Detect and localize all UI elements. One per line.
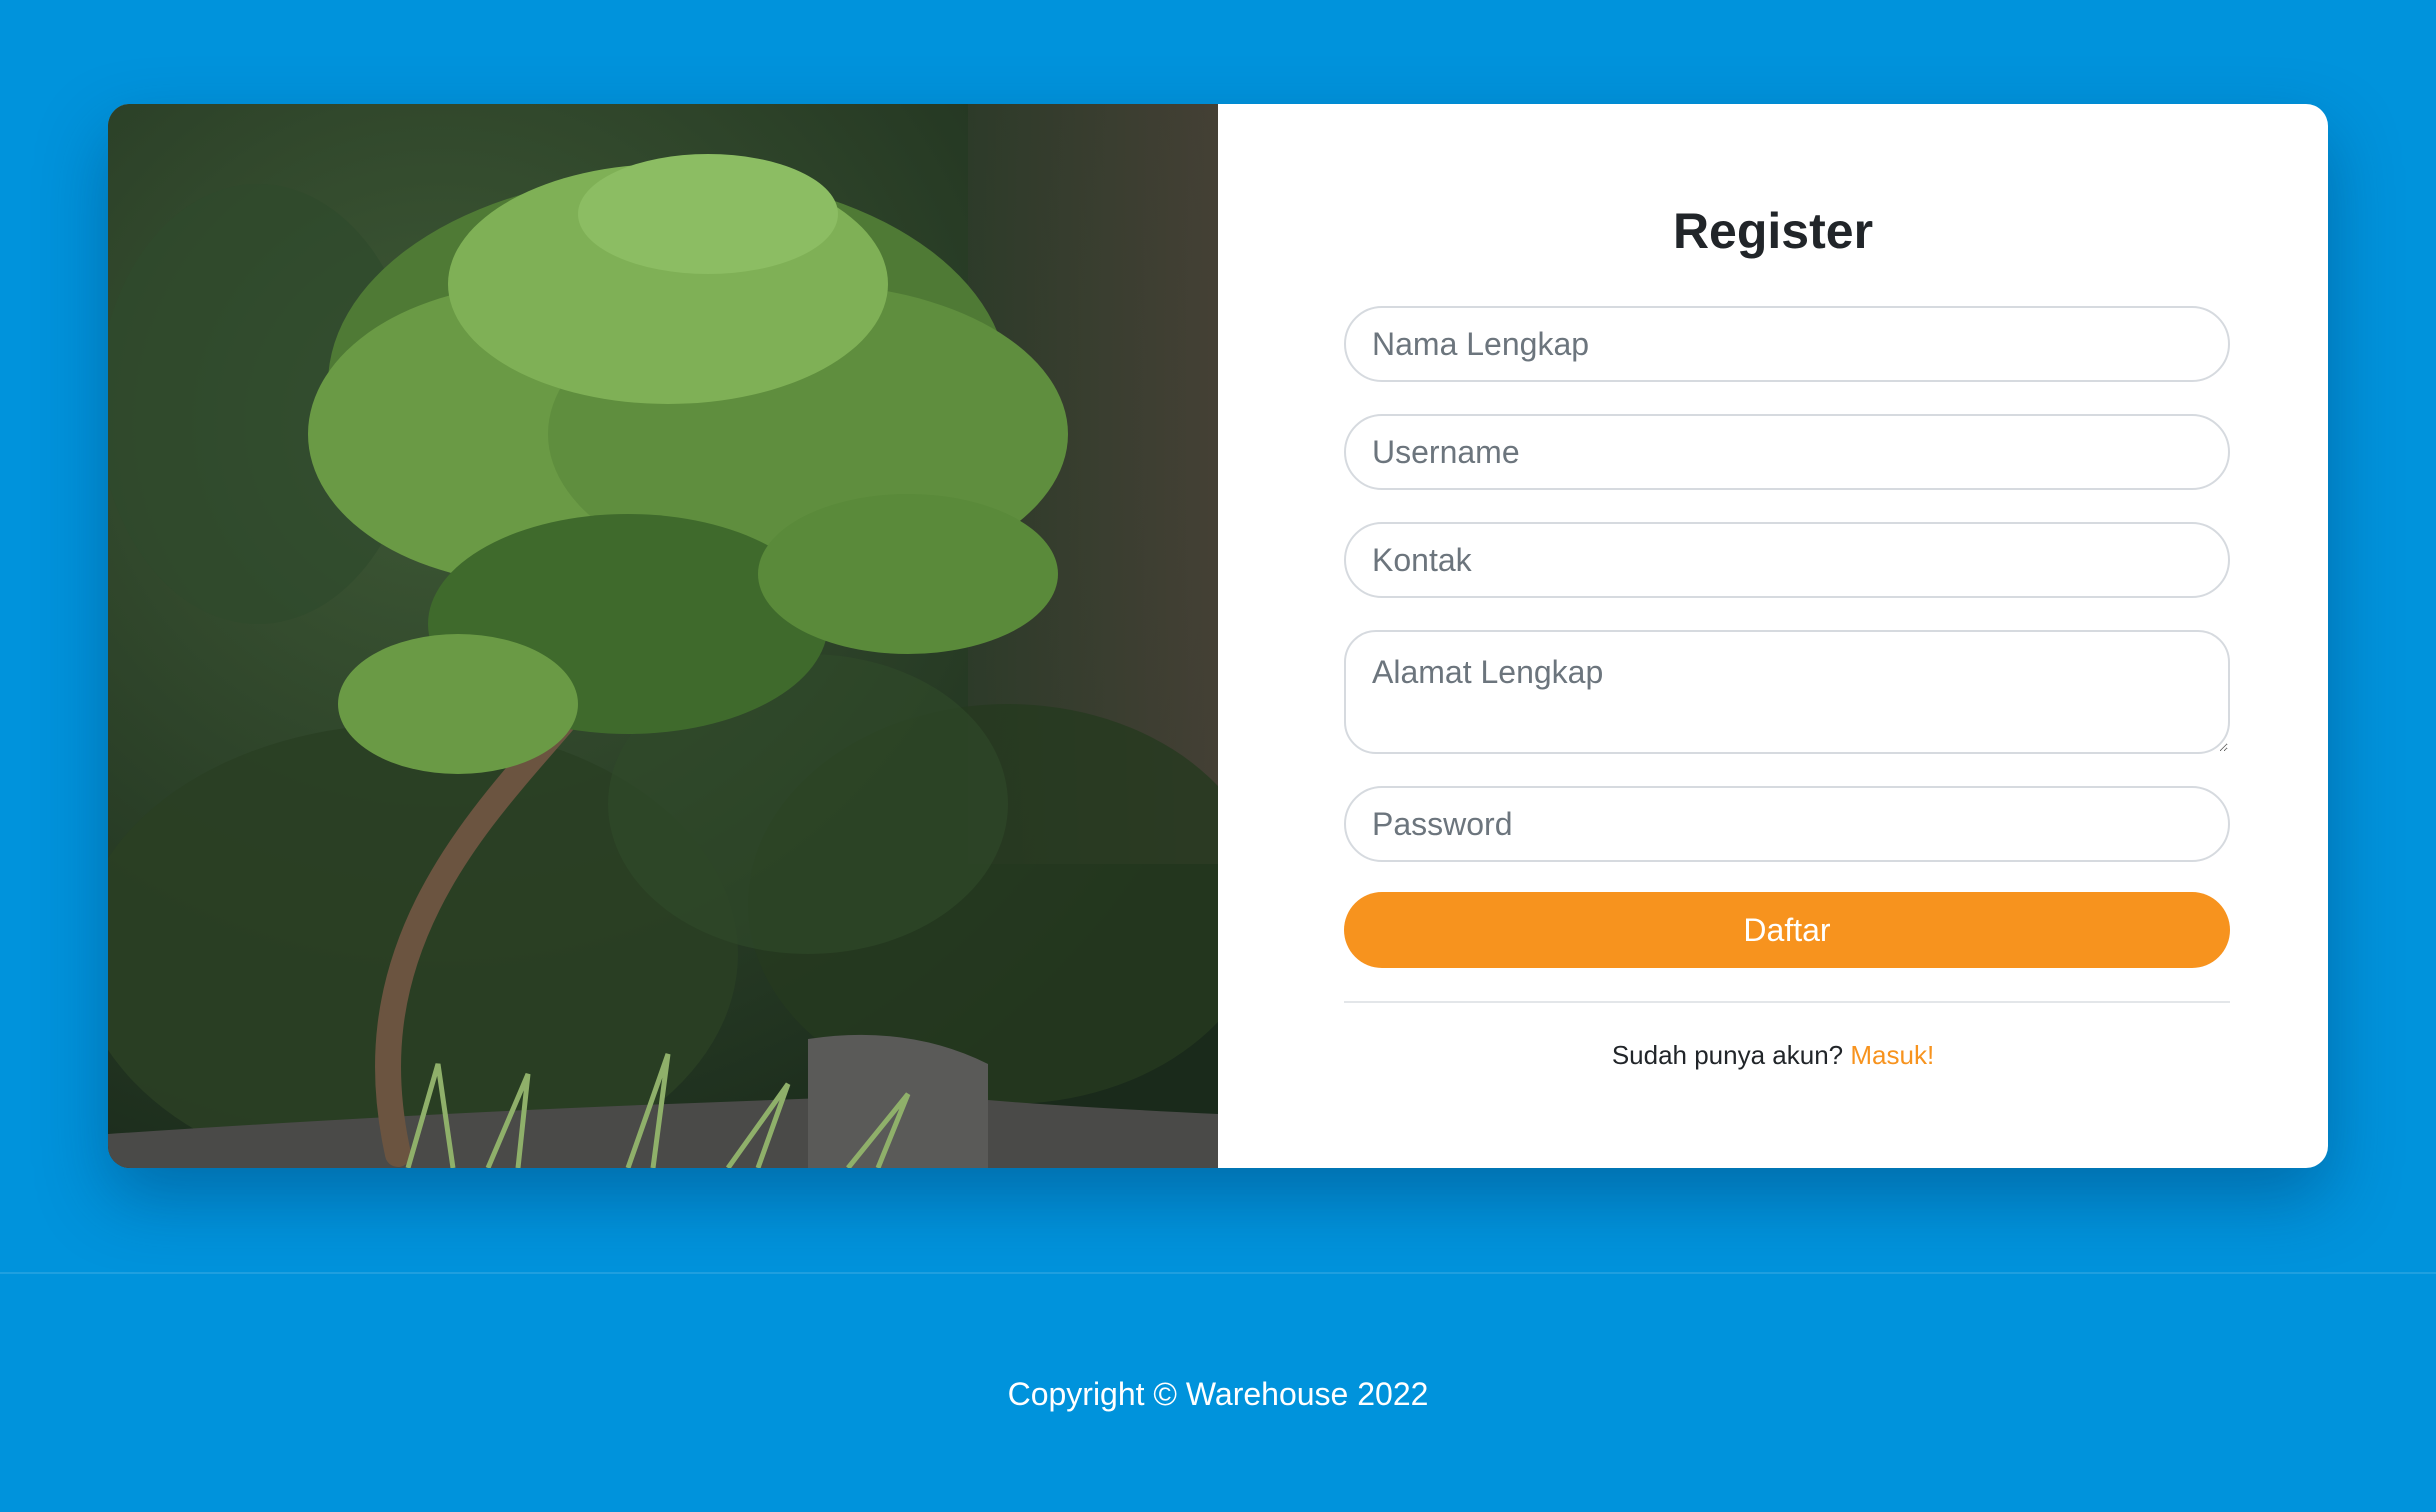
have-account-text: Sudah punya akun? <box>1611 1040 1844 1070</box>
login-link[interactable]: Masuk! <box>1850 1040 1934 1070</box>
bonsai-tree-image <box>108 104 1218 1168</box>
register-form: Register Daftar Sudah punya akun? Masuk! <box>1218 104 2328 1168</box>
register-card: Register Daftar Sudah punya akun? Masuk! <box>108 104 2328 1168</box>
full-name-input[interactable] <box>1344 306 2230 382</box>
bonsai-illustration <box>108 104 1218 1168</box>
login-prompt: Sudah punya akun? Masuk! <box>1218 1040 2328 1071</box>
register-button[interactable]: Daftar <box>1344 892 2230 968</box>
register-title: Register <box>1672 203 1874 259</box>
contact-input[interactable] <box>1344 522 2230 598</box>
divider <box>1344 1001 2230 1003</box>
username-input[interactable] <box>1344 414 2230 490</box>
footer-copyright: Copyright © Warehouse 2022 <box>1007 1376 1429 1412</box>
password-input[interactable] <box>1344 786 2230 862</box>
address-textarea[interactable] <box>1344 630 2230 754</box>
footer-divider <box>0 1272 2436 1274</box>
